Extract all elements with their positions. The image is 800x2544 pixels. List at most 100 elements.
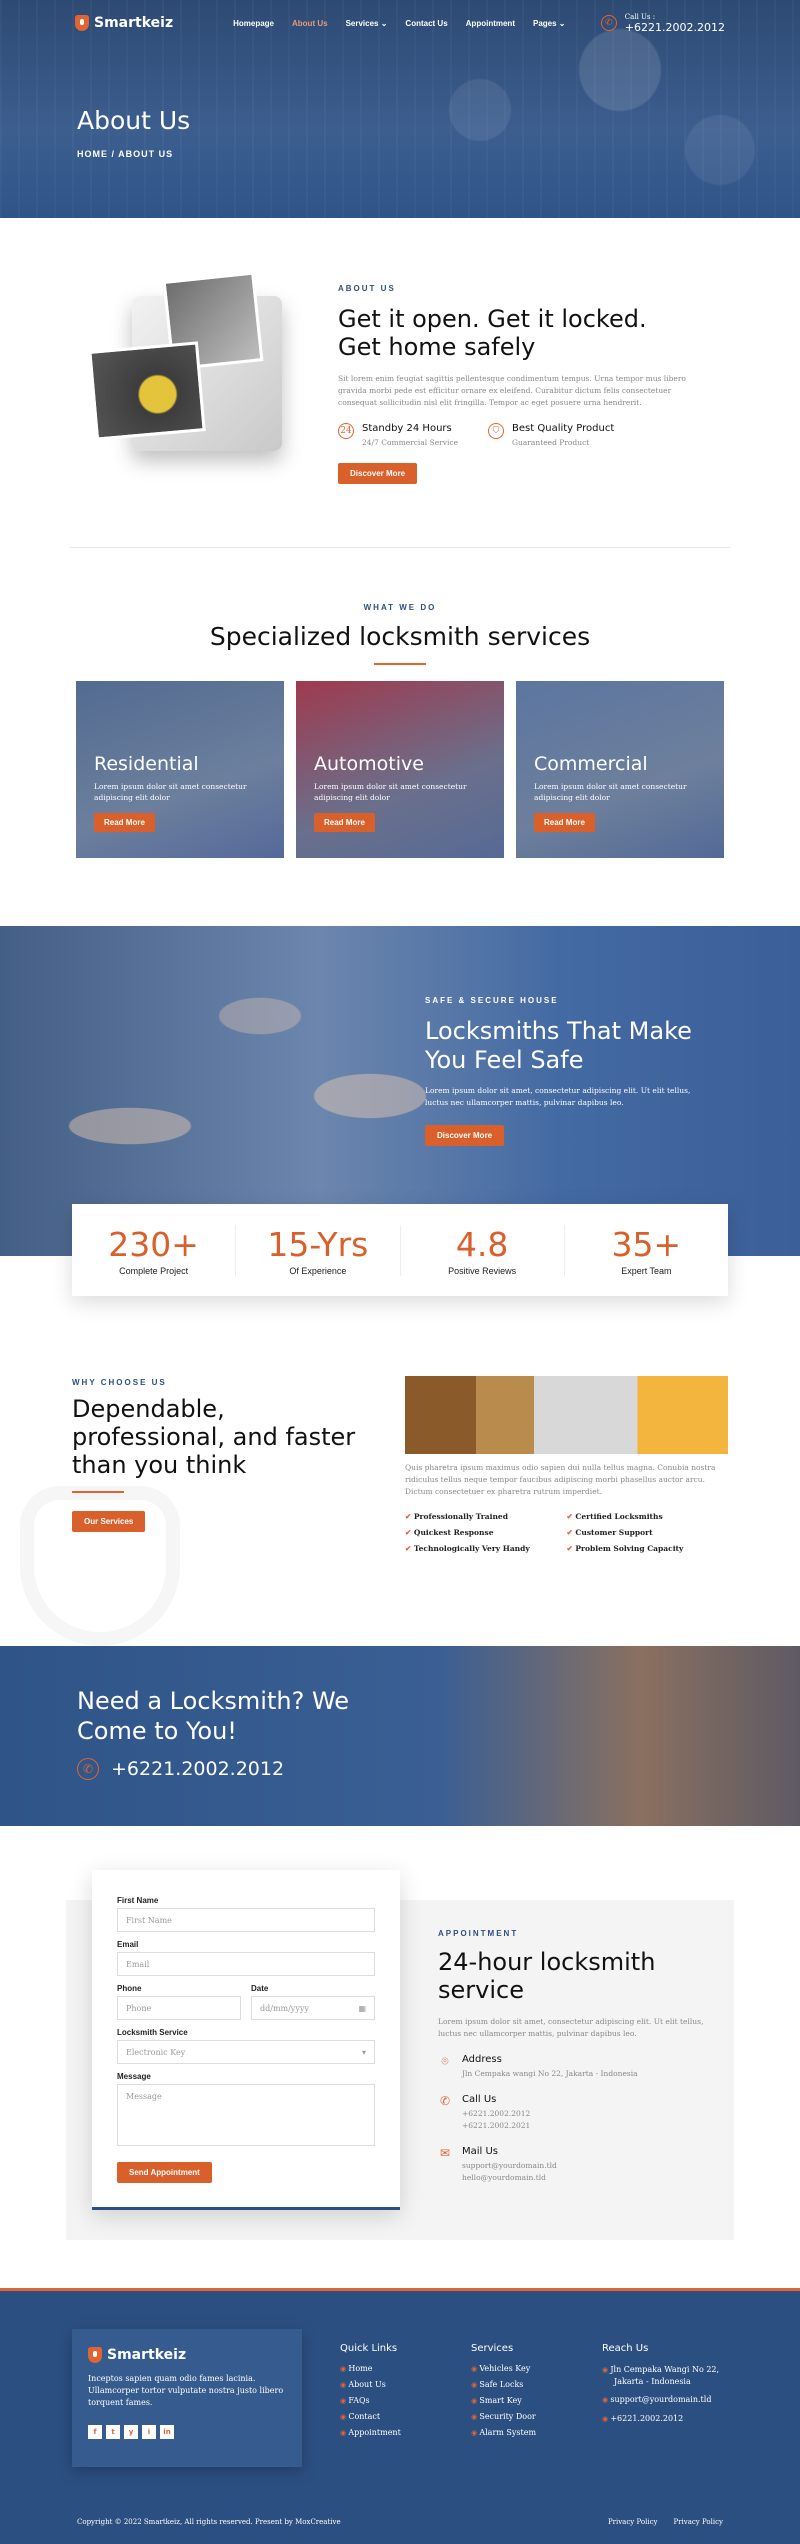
footer-link[interactable]: Smart Key	[471, 2396, 536, 2405]
footer-bottom-links: Privacy Policy Privacy Policy	[608, 2518, 723, 2526]
contact-value: Jln Cempaka wangi No 22, Jakarta - Indon…	[462, 2069, 638, 2078]
call-number: +6221.2002.2012	[624, 20, 725, 34]
service-cards: Residential Lorem ipsum dolor sit amet c…	[0, 681, 800, 858]
twitter-icon[interactable]: t	[106, 2425, 120, 2439]
feature-sub: 24/7 Commercial Service	[362, 438, 459, 447]
read-more-button[interactable]: Read More	[314, 813, 375, 832]
call-banner-title: Need a Locksmith? We Come to You!	[77, 1686, 349, 1746]
breadcrumb[interactable]: HOME / ABOUT US	[77, 149, 800, 159]
footer-mail[interactable]: support@yourdomain.tld	[602, 2394, 719, 2406]
appointment-title-line1: 24-hour locksmith	[438, 1948, 656, 1976]
service-card-automotive[interactable]: Automotive Lorem ipsum dolor sit amet co…	[296, 681, 504, 858]
logo[interactable]: Smartkeiz	[75, 15, 173, 31]
contact-value[interactable]: support@yourdomain.tld	[462, 2160, 557, 2172]
nav-pages[interactable]: Pages ⌄	[533, 19, 566, 28]
footer-link[interactable]: Alarm System	[471, 2428, 536, 2437]
linkedin-icon[interactable]: in	[160, 2425, 174, 2439]
footer-link[interactable]: About Us	[340, 2380, 401, 2389]
date-field[interactable]: dd/mm/yyyy ▦	[251, 1996, 375, 2020]
send-appointment-button[interactable]: Send Appointment	[117, 2162, 212, 2183]
page-hero: Smartkeiz Homepage About Us Services ⌄ C…	[0, 0, 800, 218]
check-item: Customer Support	[567, 1528, 729, 1537]
our-services-button[interactable]: Our Services	[72, 1511, 146, 1532]
header-call[interactable]: ✆ Call Us : +6221.2002.2012	[600, 13, 725, 34]
main-nav: Homepage About Us Services ⌄ Contact Us …	[233, 19, 565, 28]
map-pin-icon: ⌾	[441, 2054, 449, 2068]
instagram-icon[interactable]: i	[142, 2425, 156, 2439]
message-field[interactable]: Message	[117, 2084, 375, 2146]
nav-pages-label: Pages	[532, 18, 557, 28]
phone-icon: ✆	[600, 15, 617, 31]
appointment-form: First Name First Name Email Email Phone …	[92, 1870, 400, 2210]
footer-link[interactable]: Contact	[340, 2412, 401, 2421]
why-title-line2: professional, and faster	[72, 1423, 356, 1451]
first-name-field[interactable]: First Name	[117, 1908, 375, 1932]
footer-link[interactable]: Security Door	[471, 2412, 536, 2421]
contact-value[interactable]: +6221.2002.2012	[462, 2108, 530, 2120]
appointment-eyebrow: APPOINTMENT	[438, 1929, 519, 1938]
contact-call: ✆ Call Us +6221.2002.2012 +6221.2002.202…	[438, 2094, 708, 2132]
about-title: Get it open. Get it locked. Get home saf…	[338, 305, 708, 361]
footer-link[interactable]: Vehicles Key	[471, 2364, 536, 2373]
footer-logo[interactable]: Smartkeiz	[88, 2347, 286, 2363]
why-right: Quis pharetra ipsum maximus odio sapien …	[405, 1376, 728, 1553]
stat-label: Expert Team	[621, 1265, 672, 1276]
why-text: Quis pharetra ipsum maximus odio sapien …	[405, 1463, 716, 1496]
about-content: ABOUT US Get it open. Get it locked. Get…	[338, 284, 708, 484]
footer-about: Smartkeiz Inceptos sapien quam odio fame…	[72, 2329, 302, 2467]
footer-link[interactable]: Appointment	[340, 2428, 400, 2437]
phone-label: Phone	[117, 1984, 142, 1993]
nav-contact-us[interactable]: Contact Us	[405, 19, 447, 28]
nav-services[interactable]: Services ⌄	[346, 19, 388, 28]
card-title: Automotive	[314, 753, 424, 775]
service-select[interactable]: Electronic Key ▾	[117, 2040, 375, 2064]
footer-col-title: Quick Links	[340, 2343, 398, 2354]
contact-address: ⌾ Address Jln Cempaka wangi No 22, Jakart…	[438, 2054, 708, 2080]
why-title-line1: Dependable,	[72, 1395, 225, 1423]
service-card-commercial[interactable]: Commercial Lorem ipsum dolor sit amet co…	[516, 681, 724, 858]
appointment-section: First Name First Name Email Email Phone …	[0, 1826, 800, 2288]
discover-more-button[interactable]: Discover More	[425, 1125, 505, 1146]
stat-value: 4.8	[455, 1224, 509, 1264]
lock-photo	[88, 341, 206, 441]
why-title-line3: than you think	[72, 1451, 247, 1479]
call-banner-phone[interactable]: ✆ +6221.2002.2012	[77, 1758, 284, 1780]
check-item: Quickest Response	[405, 1528, 567, 1537]
read-more-button[interactable]: Read More	[534, 813, 595, 832]
footer-link[interactable]: Safe Locks	[471, 2380, 536, 2389]
feature-title: Best Quality Product	[512, 423, 615, 434]
nav-appointment[interactable]: Appointment	[466, 19, 515, 28]
safe-house-title: Locksmiths That Make You Feel Safe	[425, 1017, 715, 1075]
check-item: Technologically Very Handy	[405, 1544, 567, 1553]
first-name-label: First Name	[117, 1896, 159, 1905]
privacy-policy-link[interactable]: Privacy Policy	[608, 2518, 658, 2526]
footer-link[interactable]: FAQs	[340, 2396, 401, 2405]
safe-house-content: SAFE & SECURE HOUSE Locksmiths That Make…	[425, 996, 715, 1146]
check-item: Professionally Trained	[405, 1512, 567, 1521]
phone-field[interactable]: Phone	[117, 1996, 241, 2020]
shield-logo-icon	[88, 2347, 102, 2363]
footer: Smartkeiz Inceptos sapien quam odio fame…	[0, 2288, 800, 2544]
nav-about-us[interactable]: About Us	[292, 19, 328, 28]
facebook-icon[interactable]: f	[88, 2425, 102, 2439]
footer-phone[interactable]: +6221.2002.2012	[602, 2413, 719, 2425]
services-eyebrow: WHAT WE DO	[363, 603, 437, 612]
nav-services-label: Services	[345, 18, 379, 28]
privacy-policy-link[interactable]: Privacy Policy	[673, 2518, 723, 2526]
footer-link[interactable]: Home	[340, 2364, 401, 2373]
check-list: Professionally Trained Certified Locksmi…	[405, 1512, 728, 1553]
youtube-icon[interactable]: y	[124, 2425, 138, 2439]
contact-value[interactable]: +6221.2002.2021	[462, 2120, 530, 2132]
discover-more-button[interactable]: Discover More	[338, 463, 418, 484]
safe-image	[88, 271, 292, 456]
contact-value[interactable]: hello@yourdomain.tld	[462, 2172, 557, 2184]
service-card-residential[interactable]: Residential Lorem ipsum dolor sit amet c…	[76, 681, 284, 858]
why-eyebrow: WHY CHOOSE US	[72, 1378, 167, 1387]
contact-title: Address	[462, 2054, 502, 2065]
date-value: dd/mm/yyyy	[260, 2004, 309, 2013]
read-more-button[interactable]: Read More	[94, 813, 155, 832]
title-underline	[72, 1491, 124, 1493]
nav-homepage[interactable]: Homepage	[233, 19, 274, 28]
email-field[interactable]: Email	[117, 1952, 375, 1976]
contact-mail: ✉ Mail Us support@yourdomain.tld hello@y…	[438, 2146, 708, 2184]
